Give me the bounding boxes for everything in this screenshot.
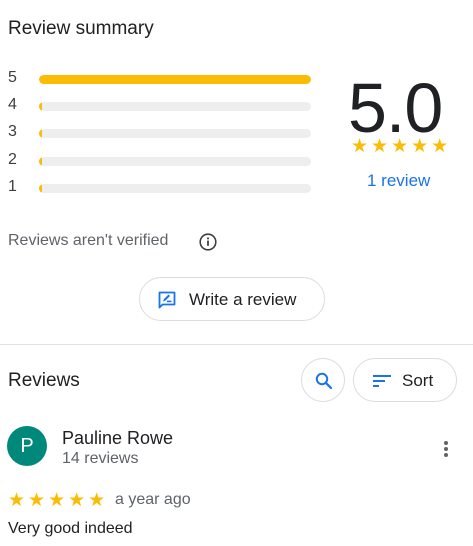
rate-review-icon [157,290,177,310]
distribution-bar-track [39,102,311,111]
distribution-bar-track [39,184,311,193]
avatar[interactable]: P [7,426,47,466]
review-text: Very good indeed [8,520,133,537]
more-vert-icon[interactable] [436,436,456,462]
info-icon[interactable] [199,233,217,251]
distribution-bar-fill [39,129,42,138]
distribution-bar-track [39,129,311,138]
distribution-star-label: 1 [8,178,17,195]
reviews-not-verified-text: Reviews aren't verified [8,232,169,249]
distribution-star-label: 2 [8,151,17,168]
search-icon [315,372,333,390]
search-reviews-button[interactable] [301,358,345,402]
distribution-bar-fill [39,75,311,84]
distribution-row-5: 5 [8,69,318,89]
section-divider [0,344,473,345]
distribution-bar-fill [39,184,42,193]
reviews-title: Reviews [8,370,80,391]
distribution-star-label: 5 [8,69,17,86]
write-review-label: Write a review [189,290,297,309]
review-author-name[interactable]: Pauline Rowe [62,428,173,449]
review-time: a year ago [115,491,191,508]
sort-label: Sort [402,371,434,390]
review-summary-title: Review summary [8,18,154,39]
write-review-button[interactable]: Write a review [139,277,325,321]
sort-button[interactable]: Sort [353,358,457,402]
review-count-link[interactable]: 1 review [367,171,430,191]
distribution-bar-track [39,157,311,166]
distribution-bar-track [39,75,311,84]
distribution-row-2: 2 [8,151,318,171]
distribution-bar-fill [39,157,42,166]
distribution-star-label: 4 [8,96,17,113]
review-author-meta: 14 reviews [62,450,139,467]
distribution-bar-fill [39,102,42,111]
distribution-row-1: 1 [8,178,318,198]
review-stars: ★★★★★ [8,490,109,511]
distribution-row-3: 3 [8,123,318,143]
distribution-star-label: 3 [8,123,17,140]
distribution-row-4: 4 [8,96,318,116]
sort-icon [373,375,391,387]
average-rating-stars: ★★★★★ [351,136,452,157]
